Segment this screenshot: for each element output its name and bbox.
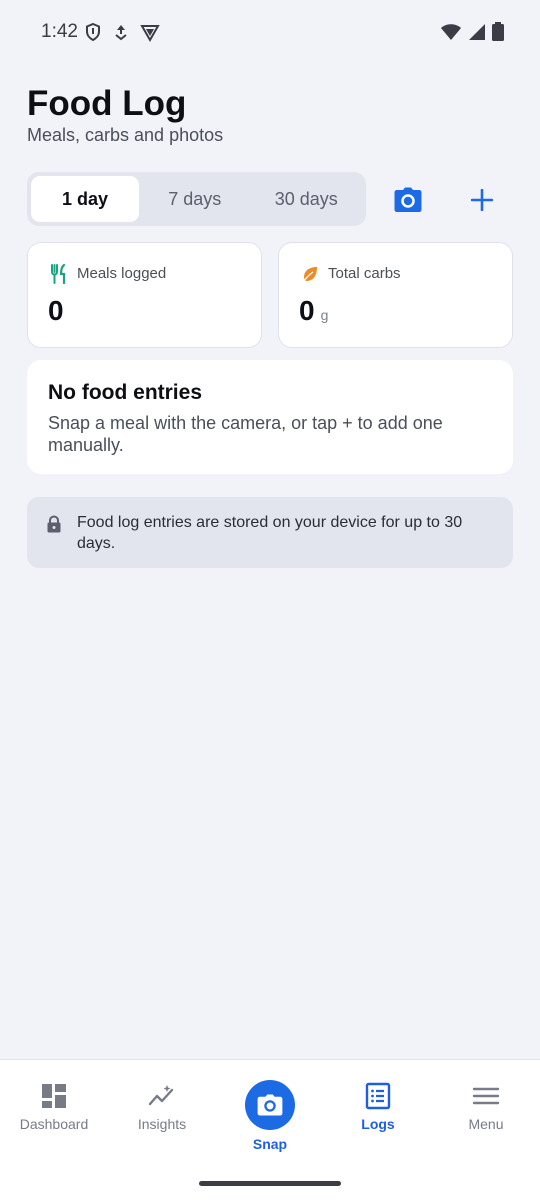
status-time: 1:42 (41, 21, 78, 42)
range-tab-7-days[interactable]: 7 days (139, 176, 251, 222)
wifi-icon (441, 24, 461, 40)
vpn-icon (140, 25, 160, 42)
bottom-navigation: Dashboard Insights Snap Logs Menu (0, 1059, 540, 1200)
food-log-screen: 1:42 Food Log Meals, carbs and photos 1 … (0, 0, 540, 1200)
empty-state-title: No food entries (48, 381, 203, 404)
battery-icon (492, 22, 504, 41)
meals-logged-card: Meals logged 0 (27, 242, 262, 348)
range-tab-1-day[interactable]: 1 day (31, 176, 139, 222)
nav-label-menu: Menu (468, 1116, 504, 1132)
page-title: Food Log (27, 84, 187, 123)
empty-state-card: No food entries Snap a meal with the cam… (27, 360, 513, 474)
shield-icon (86, 22, 100, 42)
data-saver-icon (115, 25, 127, 41)
nav-item-logs[interactable]: Logs (324, 1080, 432, 1160)
nav-item-insights[interactable]: Insights (108, 1080, 216, 1160)
status-right-icons (440, 22, 504, 42)
range-tab-30-days[interactable]: 30 days (251, 176, 363, 222)
fork-knife-icon (51, 264, 66, 284)
meals-logged-value: 0 (48, 295, 64, 326)
add-entry-button[interactable] (462, 180, 502, 220)
page-subtitle: Meals, carbs and photos (27, 125, 224, 145)
nav-label-insights: Insights (137, 1116, 187, 1132)
range-selector: 1 day 7 days 30 days (27, 172, 366, 226)
lock-icon (47, 515, 61, 533)
nav-label-dashboard: Dashboard (19, 1116, 89, 1132)
snap-button[interactable] (245, 1080, 295, 1130)
meals-logged-label: Meals logged (77, 265, 167, 282)
signal-icon (469, 24, 485, 40)
camera-button[interactable] (388, 180, 428, 220)
home-indicator[interactable] (199, 1181, 341, 1186)
nav-label-logs: Logs (361, 1116, 395, 1132)
empty-state-description: Snap a meal with the camera, or tap + to… (48, 413, 443, 455)
nav-item-dashboard[interactable]: Dashboard (0, 1080, 108, 1160)
menu-icon (472, 1087, 500, 1105)
status-bar: 1:42 (0, 0, 540, 64)
storage-info-text: Food log entries are stored on your devi… (77, 514, 463, 552)
total-carbs-value: 0g (299, 295, 329, 326)
list-icon (365, 1082, 391, 1110)
total-carbs-label: Total carbs (328, 265, 401, 282)
carbs-unit: g (320, 307, 329, 323)
plus-icon (471, 189, 493, 211)
leaf-icon (302, 267, 317, 283)
storage-info-note: Food log entries are stored on your devi… (27, 497, 513, 568)
camera-icon (394, 187, 422, 212)
nav-item-snap[interactable]: Snap (216, 1080, 324, 1160)
nav-label-snap: Snap (252, 1136, 288, 1152)
camera-icon (257, 1094, 283, 1116)
total-carbs-card: Total carbs 0g (278, 242, 513, 348)
nav-item-menu[interactable]: Menu (432, 1080, 540, 1160)
dashboard-icon (42, 1084, 66, 1108)
insights-icon (148, 1085, 174, 1106)
